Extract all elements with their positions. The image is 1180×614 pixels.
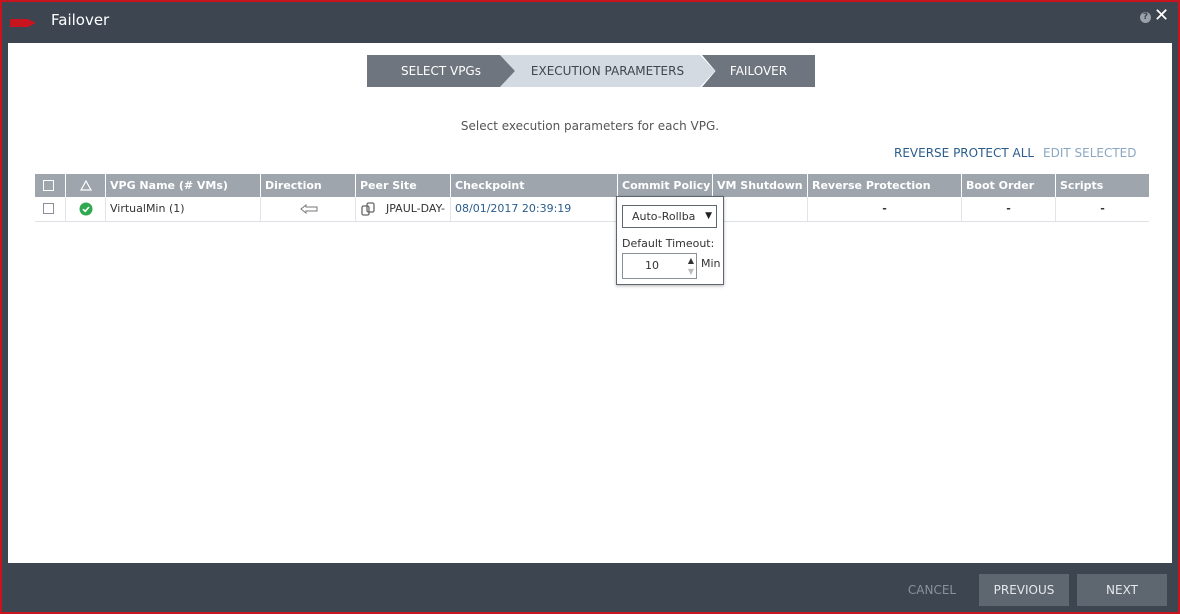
column-scripts[interactable]: Scripts [1055, 174, 1149, 197]
row-checkpoint-link[interactable]: 08/01/2017 20:39:19 [450, 197, 617, 221]
help-icon[interactable]: ? [1140, 12, 1151, 23]
edit-selected-link[interactable]: EDIT SELECTED [1043, 146, 1137, 160]
dialog-title: Failover [51, 11, 110, 29]
reverse-protect-all-link[interactable]: REVERSE PROTECT ALL [894, 146, 1034, 160]
dialog-footer: CANCEL PREVIOUS NEXT [2, 563, 1178, 612]
row-select-cell [35, 197, 65, 221]
spin-up-icon[interactable]: ▲ [688, 256, 694, 265]
dialog-content: SELECT VPGs EXECUTION PARAMETERS FAILOVE… [8, 43, 1172, 563]
row-scripts[interactable]: - [1055, 197, 1149, 221]
title-bar: Failover ? ✕ [2, 2, 1178, 42]
column-checkpoint[interactable]: Checkpoint [450, 174, 617, 197]
row-peer-site: JPAUL-DAY- [355, 197, 450, 221]
column-boot-order[interactable]: Boot Order [961, 174, 1055, 197]
row-boot-order[interactable]: - [961, 197, 1055, 221]
column-reverse-protection[interactable]: Reverse Protection [807, 174, 961, 197]
default-timeout-input[interactable]: 10 ▲ ▼ [622, 253, 697, 279]
row-direction-cell [260, 197, 355, 221]
commit-policy-popup: Auto-Rollba ▼ Default Timeout: 10 ▲ ▼ Mi… [616, 196, 724, 285]
column-vpg-name[interactable]: VPG Name (# VMs) [105, 174, 260, 197]
peer-site-link-icon [361, 202, 375, 216]
column-peer-site[interactable]: Peer Site [355, 174, 450, 197]
row-status-cell [65, 197, 105, 221]
commit-policy-select[interactable]: Auto-Rollba ▼ [622, 205, 717, 228]
brand-logo-icon [10, 19, 36, 27]
table-row[interactable]: VirtualMin (1) JPAUL-DAY- 08/01/2017 20:… [35, 197, 1149, 222]
default-timeout-label: Default Timeout: [622, 237, 715, 250]
spin-down-icon[interactable]: ▼ [688, 267, 694, 276]
column-commit-policy[interactable]: Commit Policy [617, 174, 712, 197]
wizard-step-failover[interactable]: FAILOVER [702, 55, 815, 87]
commit-policy-value: Auto-Rollba [632, 210, 696, 223]
instructions-text: Select execution parameters for each VPG… [460, 119, 720, 133]
previous-button[interactable]: PREVIOUS [979, 574, 1069, 606]
timeout-unit-label: Min [701, 257, 721, 270]
row-vm-shutdown[interactable]: o [712, 197, 807, 221]
row-checkbox[interactable] [43, 203, 54, 214]
column-vm-shutdown[interactable]: VM Shutdown [712, 174, 807, 197]
peer-site-name: JPAUL-DAY- [386, 202, 445, 215]
close-icon[interactable]: ✕ [1154, 6, 1169, 26]
row-reverse-protection[interactable]: - [807, 197, 961, 221]
table-header: VPG Name (# VMs) Direction Peer Site Che… [35, 174, 1149, 197]
next-button[interactable]: NEXT [1077, 574, 1167, 606]
timeout-value: 10 [645, 259, 659, 272]
alert-triangle-icon [80, 180, 92, 191]
dropdown-arrow-icon: ▼ [705, 211, 712, 221]
header-alert[interactable] [65, 174, 105, 197]
row-vpg-name: VirtualMin (1) [105, 197, 260, 221]
failover-dialog: Failover ? ✕ SELECT VPGs EXECUTION PARAM… [0, 0, 1180, 614]
cancel-button[interactable]: CANCEL [897, 574, 967, 606]
arrow-left-icon [300, 204, 318, 214]
check-circle-icon [79, 202, 93, 216]
wizard-step-execution-parameters[interactable]: EXECUTION PARAMETERS [500, 55, 715, 87]
wizard-step-select-vpgs[interactable]: SELECT VPGs [367, 55, 515, 87]
header-select-all [35, 174, 65, 197]
column-direction[interactable]: Direction [260, 174, 355, 197]
select-all-checkbox[interactable] [43, 180, 54, 191]
